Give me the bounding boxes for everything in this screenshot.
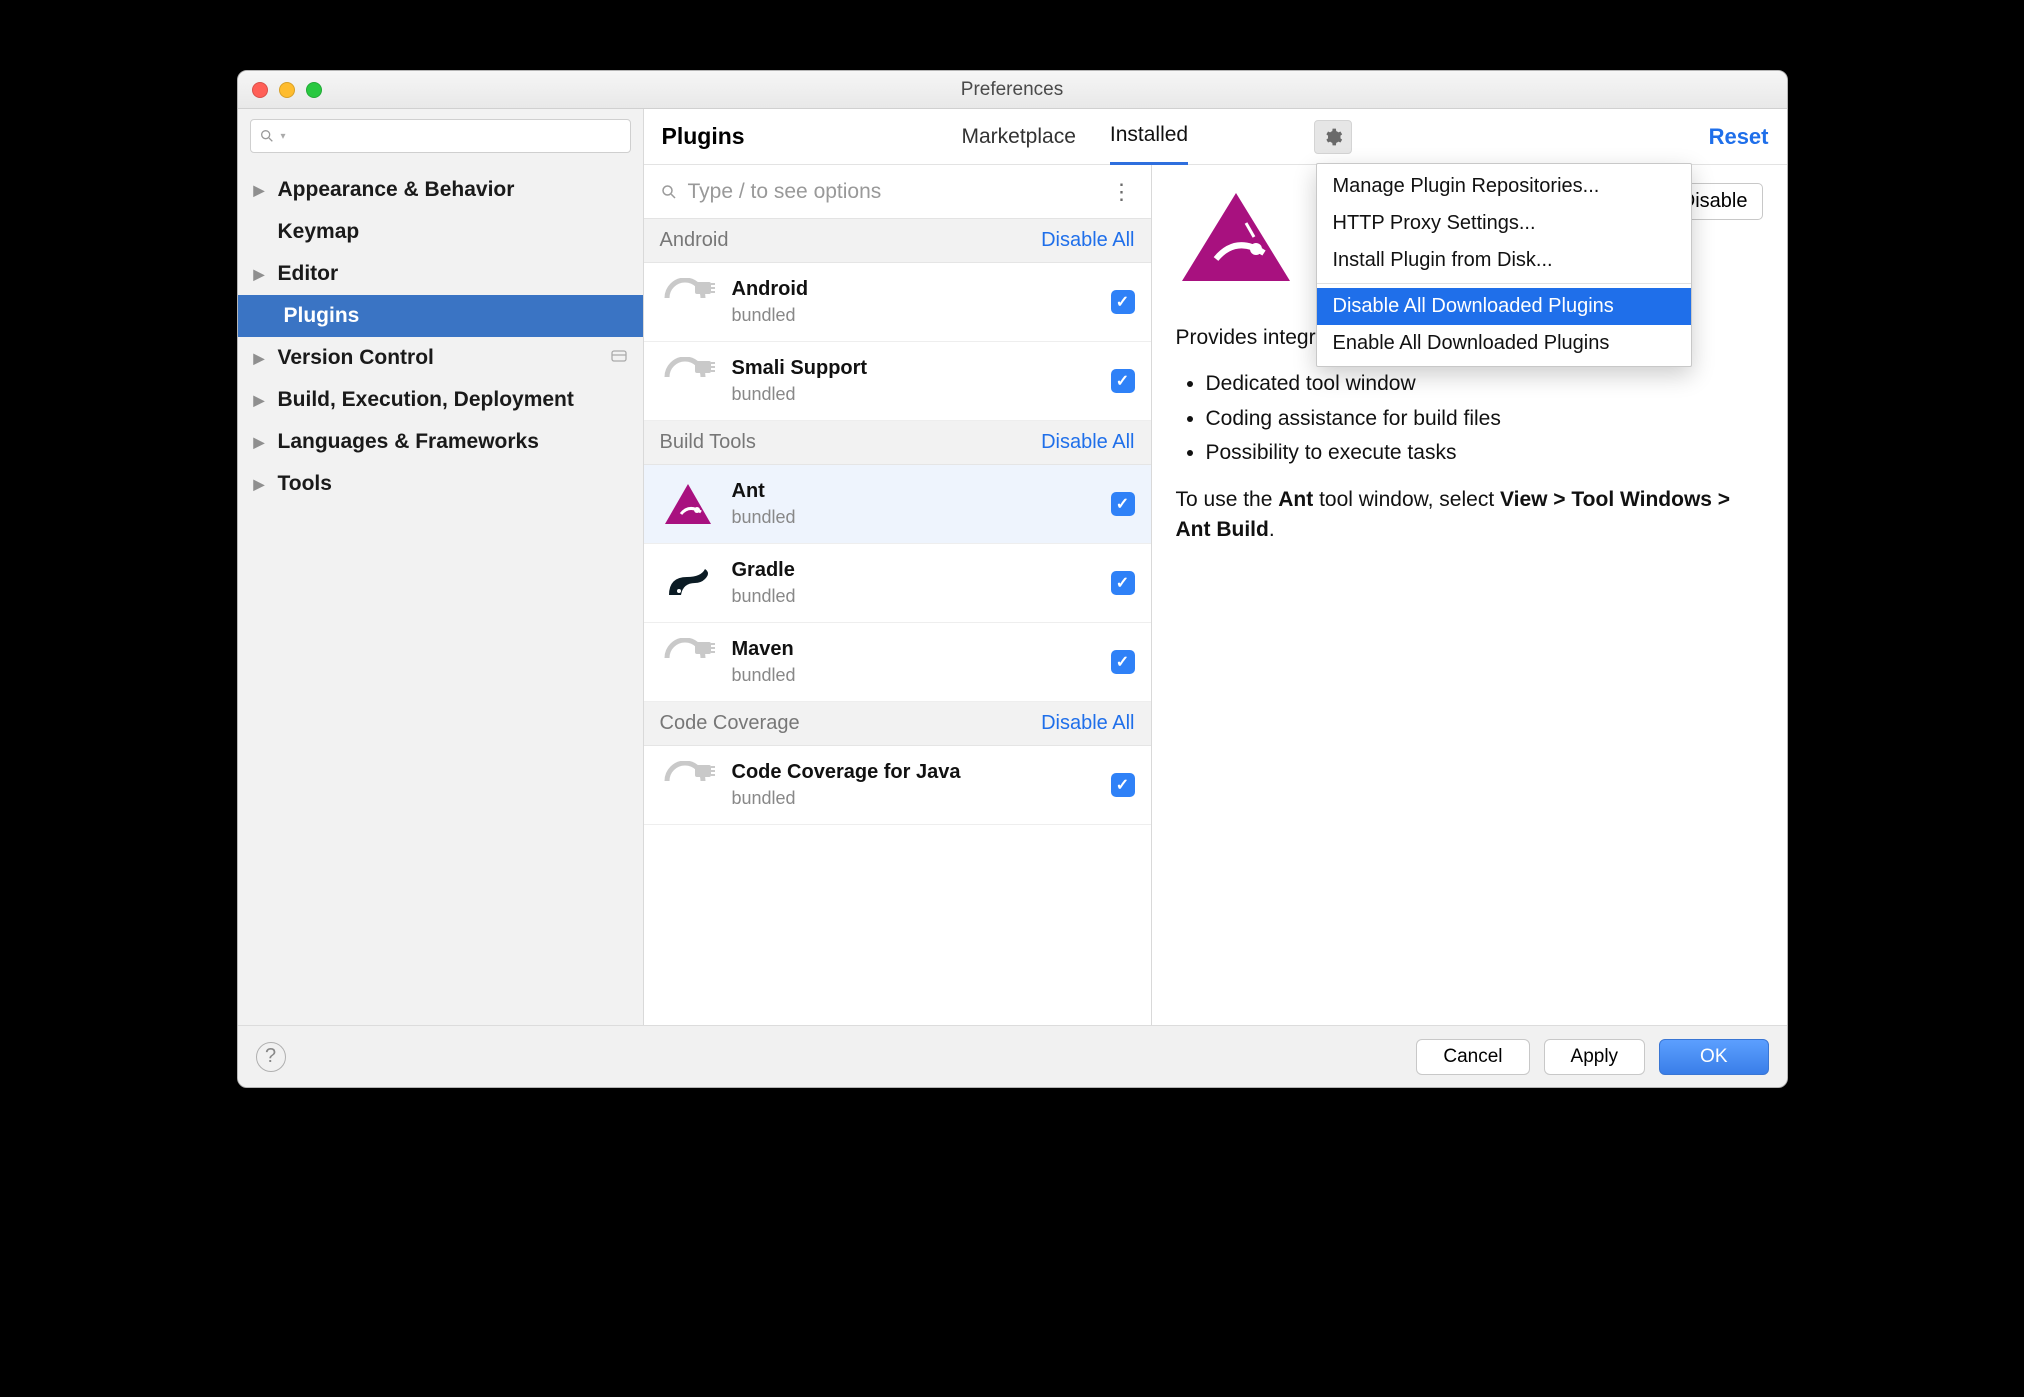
plugin-name: Code Coverage for Java xyxy=(732,761,961,784)
plugin-sub: bundled xyxy=(732,788,961,809)
plugin-name: Smali Support xyxy=(732,357,868,380)
category-label: Build Tools xyxy=(660,431,756,454)
gradle-icon xyxy=(660,558,716,608)
filter-placeholder: Type / to see options xyxy=(688,180,882,204)
chevron-right-icon: ▶ xyxy=(254,350,268,367)
plugin-checkbox[interactable]: ✓ xyxy=(1111,773,1135,797)
sidebar-item-label: Appearance & Behavior xyxy=(278,178,515,202)
sidebar: ▾ ▶ Appearance & Behavior Keymap ▶ Edito… xyxy=(238,109,644,1025)
plugin-list: Type / to see options ⋮ Android Disable … xyxy=(644,165,1152,1025)
search-icon xyxy=(660,183,678,201)
sidebar-item-languages[interactable]: ▶ Languages & Frameworks xyxy=(238,421,643,463)
dialog-footer: ? Cancel Apply OK xyxy=(238,1025,1787,1087)
sidebar-item-plugins[interactable]: Plugins xyxy=(238,295,643,337)
plugin-filter-input[interactable]: Type / to see options ⋮ xyxy=(644,165,1151,219)
feature-bullet: Dedicated tool window xyxy=(1206,369,1763,399)
category-header-build-tools: Build Tools Disable All xyxy=(644,421,1151,465)
sidebar-item-label: Languages & Frameworks xyxy=(278,430,539,454)
category-label: Android xyxy=(660,229,729,252)
sidebar-item-label: Keymap xyxy=(278,220,360,244)
ok-button[interactable]: OK xyxy=(1659,1039,1768,1075)
plugin-sub: bundled xyxy=(732,507,796,528)
vcs-icon xyxy=(611,346,627,370)
plugin-checkbox[interactable]: ✓ xyxy=(1111,571,1135,595)
sidebar-item-keymap[interactable]: Keymap xyxy=(238,211,643,253)
plugin-name: Maven xyxy=(732,638,796,661)
disable-all-link[interactable]: Disable All xyxy=(1041,229,1134,252)
plugin-sub: bundled xyxy=(732,305,809,326)
chevron-right-icon: ▶ xyxy=(254,392,268,409)
plugin-row-maven[interactable]: Maven bundled ✓ xyxy=(644,623,1151,702)
plugin-checkbox[interactable]: ✓ xyxy=(1111,290,1135,314)
plugin-name: Android xyxy=(732,278,809,301)
cancel-button[interactable]: Cancel xyxy=(1416,1039,1529,1075)
sidebar-item-build[interactable]: ▶ Build, Execution, Deployment xyxy=(238,379,643,421)
menu-item-manage-repos[interactable]: Manage Plugin Repositories... xyxy=(1317,168,1691,205)
plugin-row-ant[interactable]: Ant bundled ✓ xyxy=(644,465,1151,544)
disable-all-link[interactable]: Disable All xyxy=(1041,712,1134,735)
more-options-icon[interactable]: ⋮ xyxy=(1111,179,1133,205)
sidebar-item-label: Tools xyxy=(278,472,332,496)
plugins-header: Plugins Marketplace Installed Reset xyxy=(644,109,1787,165)
category-header-code-coverage: Code Coverage Disable All xyxy=(644,702,1151,746)
apply-button[interactable]: Apply xyxy=(1544,1039,1646,1075)
plugin-row-gradle[interactable]: Gradle bundled ✓ xyxy=(644,544,1151,623)
search-icon xyxy=(259,128,275,144)
sidebar-item-version-control[interactable]: ▶ Version Control xyxy=(238,337,643,379)
preferences-window: Preferences ▾ ▶ Appearance & Behavior xyxy=(237,70,1788,1088)
sidebar-item-editor[interactable]: ▶ Editor xyxy=(238,253,643,295)
sidebar-item-label: Editor xyxy=(278,262,339,286)
feature-bullet: Possibility to execute tasks xyxy=(1206,438,1763,468)
ant-icon xyxy=(660,479,716,529)
plugin-row-android[interactable]: Android bundled ✓ xyxy=(644,263,1151,342)
plugin-generic-icon xyxy=(660,637,716,687)
category-label: Code Coverage xyxy=(660,712,800,735)
menu-item-proxy[interactable]: HTTP Proxy Settings... xyxy=(1317,205,1691,242)
sidebar-item-label: Plugins xyxy=(284,304,360,328)
menu-item-enable-all-downloaded[interactable]: Enable All Downloaded Plugins xyxy=(1317,325,1691,362)
chevron-right-icon: ▶ xyxy=(254,182,268,199)
chevron-right-icon: ▶ xyxy=(254,476,268,493)
window-title: Preferences xyxy=(238,79,1787,101)
feature-bullet: Coding assistance for build files xyxy=(1206,404,1763,434)
ant-icon xyxy=(1176,187,1296,287)
sidebar-item-tools[interactable]: ▶ Tools xyxy=(238,463,643,505)
help-button[interactable]: ? xyxy=(256,1042,286,1072)
plugin-generic-icon xyxy=(660,277,716,327)
plugin-generic-icon xyxy=(660,356,716,406)
plugin-checkbox[interactable]: ✓ xyxy=(1111,650,1135,674)
menu-item-disable-all-downloaded[interactable]: Disable All Downloaded Plugins xyxy=(1317,288,1691,325)
plugin-sub: bundled xyxy=(732,586,796,607)
chevron-right-icon: ▶ xyxy=(254,266,268,283)
reset-link[interactable]: Reset xyxy=(1709,124,1769,150)
gear-dropdown-menu: Manage Plugin Repositories... HTTP Proxy… xyxy=(1316,163,1692,367)
page-title: Plugins xyxy=(662,123,745,150)
category-header-android: Android Disable All xyxy=(644,219,1151,263)
plugin-row-code-coverage-java[interactable]: Code Coverage for Java bundled ✓ xyxy=(644,746,1151,825)
plugin-name: Gradle xyxy=(732,559,796,582)
tab-installed[interactable]: Installed xyxy=(1110,110,1188,165)
plugin-row-smali[interactable]: Smali Support bundled ✓ xyxy=(644,342,1151,421)
gear-button[interactable] xyxy=(1314,120,1352,154)
tab-marketplace[interactable]: Marketplace xyxy=(962,109,1076,164)
plugin-checkbox[interactable]: ✓ xyxy=(1111,369,1135,393)
sidebar-search-input[interactable]: ▾ xyxy=(250,119,631,153)
disable-all-link[interactable]: Disable All xyxy=(1041,431,1134,454)
sidebar-item-label: Version Control xyxy=(278,346,434,370)
plugin-generic-icon xyxy=(660,760,716,810)
gear-icon xyxy=(1323,127,1343,147)
menu-item-install-from-disk[interactable]: Install Plugin from Disk... xyxy=(1317,242,1691,279)
plugin-sub: bundled xyxy=(732,384,868,405)
titlebar: Preferences xyxy=(238,71,1787,109)
menu-separator xyxy=(1317,283,1691,284)
plugin-checkbox[interactable]: ✓ xyxy=(1111,492,1135,516)
main-panel: Plugins Marketplace Installed Reset xyxy=(644,109,1787,1025)
chevron-right-icon: ▶ xyxy=(254,434,268,451)
sidebar-item-label: Build, Execution, Deployment xyxy=(278,388,574,412)
plugin-name: Ant xyxy=(732,480,796,503)
plugin-sub: bundled xyxy=(732,665,796,686)
sidebar-item-appearance[interactable]: ▶ Appearance & Behavior xyxy=(238,169,643,211)
